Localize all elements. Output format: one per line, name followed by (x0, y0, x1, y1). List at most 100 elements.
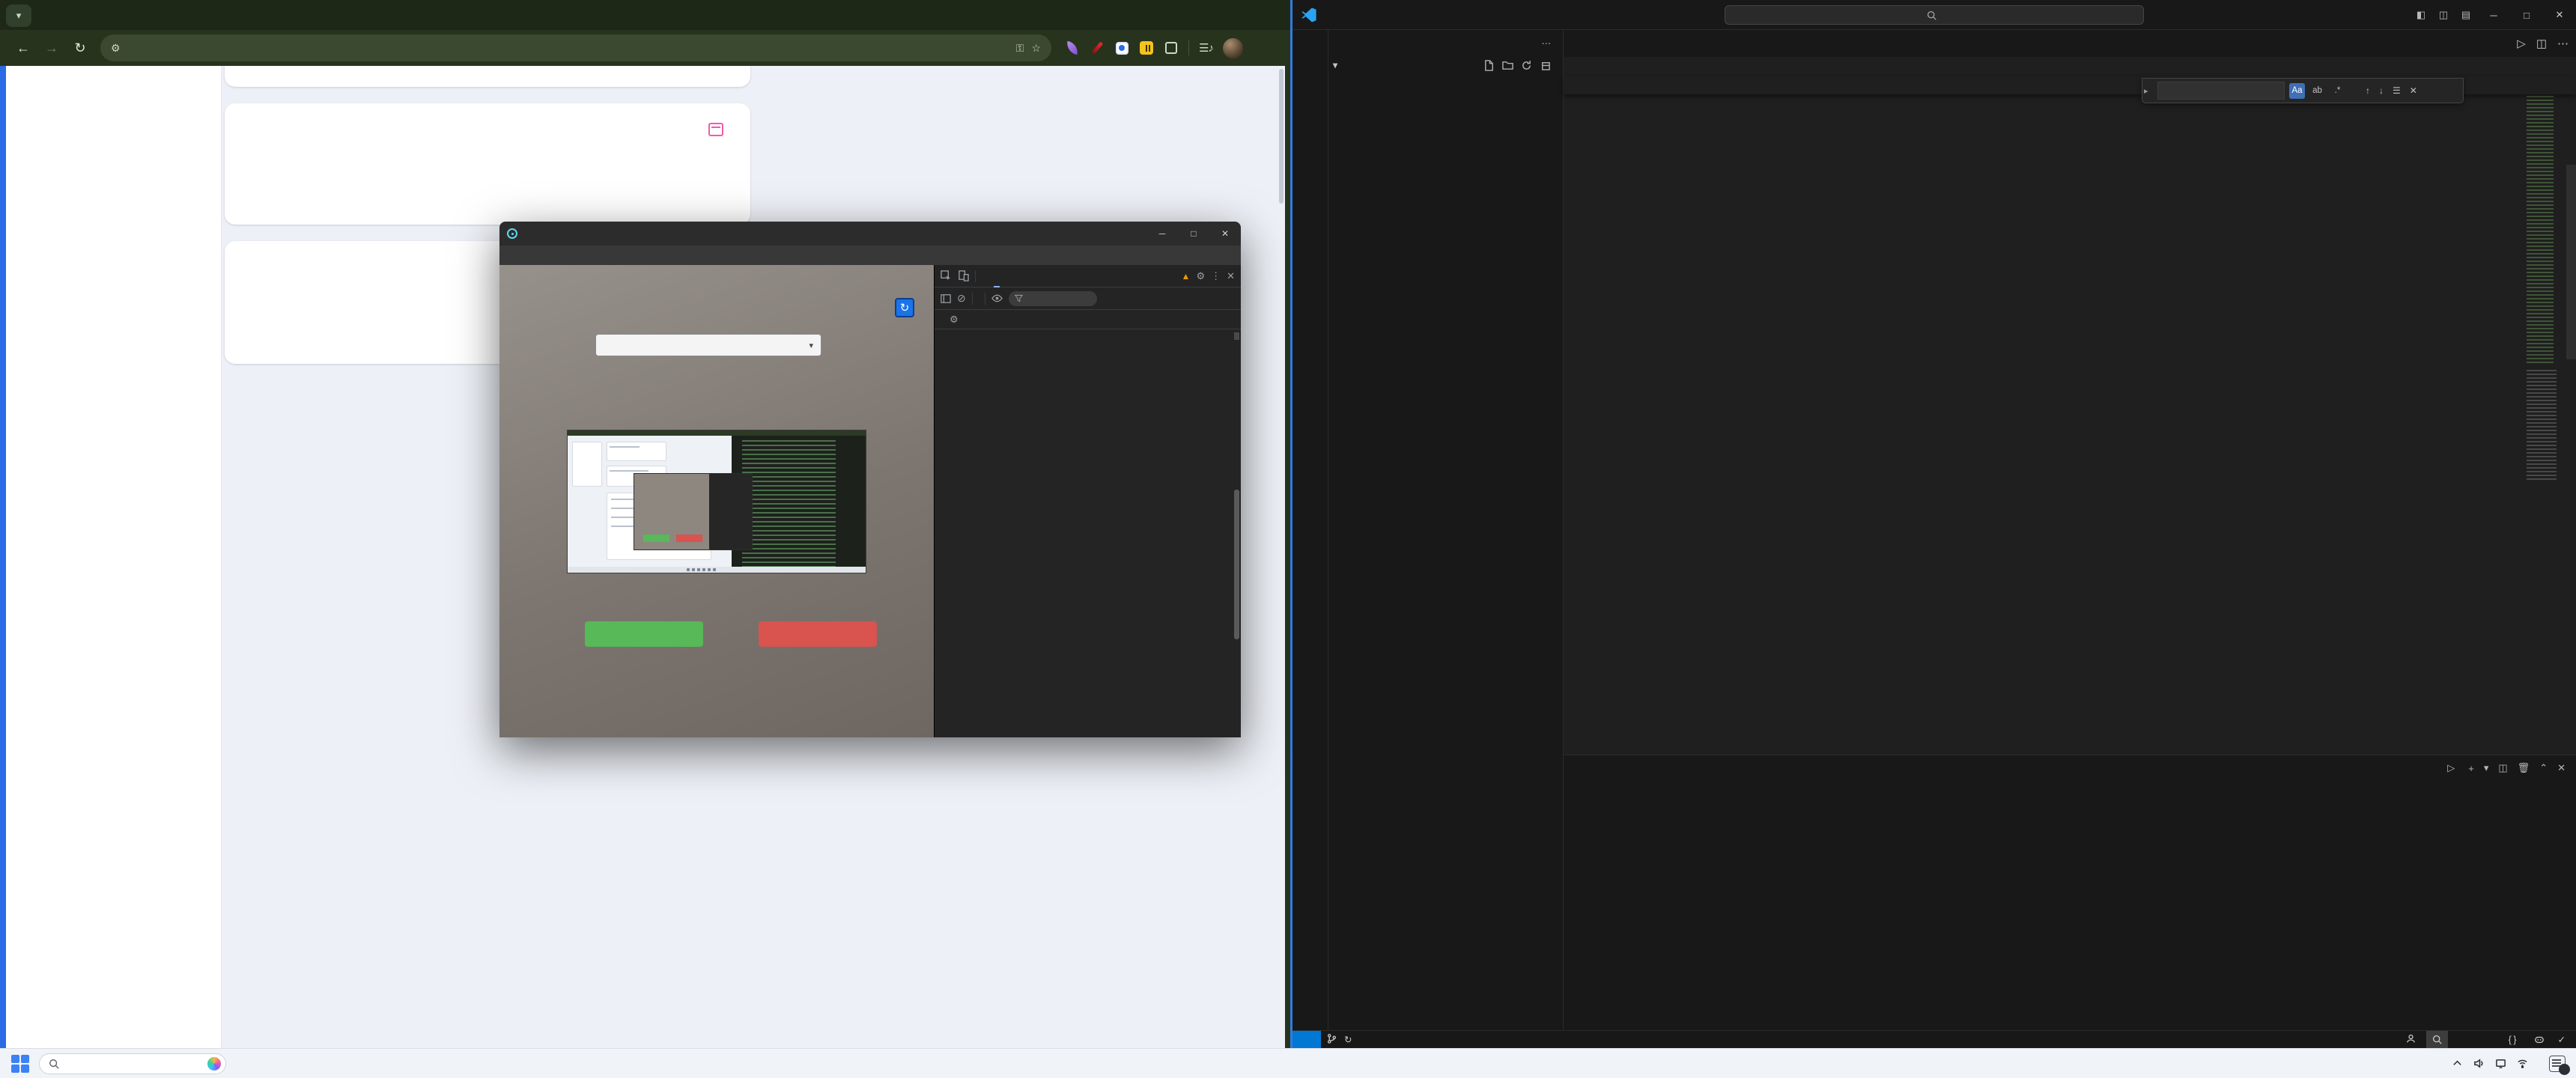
eye-icon[interactable] (991, 293, 1003, 304)
git-blame-item[interactable] (2399, 1034, 2426, 1046)
terminal-dropdown-icon[interactable]: ▾ (2484, 762, 2489, 774)
find-close-icon[interactable]: ✕ (2408, 85, 2419, 96)
project-section-header[interactable]: ▾ (1328, 55, 1563, 75)
warning-count-badge[interactable]: ▲ (1182, 271, 1191, 281)
close-button[interactable]: ✕ (1209, 222, 1241, 246)
vscode-command-center[interactable] (1725, 5, 2144, 25)
url-field[interactable]: ⚙ ⚿ ☆ (100, 34, 1051, 61)
page-scrollbar[interactable] (1279, 69, 1284, 204)
find-next-icon[interactable]: ↓ (2377, 85, 2386, 96)
terminal-output[interactable] (1605, 785, 2541, 1025)
new-folder-icon[interactable] (1502, 60, 1513, 71)
notification-center-icon[interactable] (2549, 1056, 2566, 1072)
new-terminal-icon[interactable]: + (2468, 763, 2474, 774)
reload-button[interactable]: ↻ (67, 35, 93, 61)
find-prev-icon[interactable]: ↑ (2363, 85, 2372, 96)
find-in-selection-icon[interactable]: ☰ (2390, 85, 2403, 96)
maximize-button[interactable]: □ (2510, 0, 2543, 30)
find-input[interactable] (2157, 82, 2285, 100)
vscode-title-bar: ◧ ◫ ▤ ─ □ ✕ (1292, 0, 2576, 30)
devtools-tab-console[interactable] (994, 265, 1000, 287)
wifi-icon[interactable] (2517, 1058, 2528, 1069)
extensions-puzzle-icon[interactable] (1164, 40, 1179, 55)
tray-chevron-icon[interactable] (2452, 1058, 2463, 1069)
windows-taskbar (0, 1048, 2576, 1078)
toggle-sidebar-icon[interactable]: ◧ (2410, 9, 2432, 21)
run-icon[interactable]: ▷ (2517, 37, 2526, 50)
minimap[interactable] (2522, 76, 2566, 496)
refresh-button[interactable]: ↻ (895, 298, 920, 317)
customize-layout-icon[interactable]: ▤ (2455, 9, 2477, 21)
remote-indicator[interactable] (1292, 1031, 1321, 1049)
volume-icon[interactable] (2473, 1058, 2485, 1069)
find-expand-chevron[interactable]: ▸ (2144, 86, 2153, 96)
explorer-sidebar: ⋯ ▾ (1328, 30, 1564, 1030)
collapse-all-icon[interactable] (1540, 60, 1551, 71)
editor-scrollbar[interactable] (2566, 165, 2576, 359)
password-key-icon[interactable]: ⚿ (1016, 42, 1024, 55)
start-button[interactable] (10, 1054, 30, 1074)
stop-button[interactable] (759, 621, 877, 647)
code-editor[interactable] (1564, 94, 2576, 755)
site-settings-icon[interactable]: ⚙ (111, 42, 121, 55)
device-toolbar-icon[interactable] (958, 270, 969, 281)
bottom-panel: ▷ + ▾ ◫ 🗑 ⌃ ✕ (1564, 755, 2576, 1030)
marker-extension-icon[interactable] (1090, 40, 1105, 55)
taskbar-search-box[interactable] (39, 1053, 226, 1074)
close-panel-icon[interactable]: ✕ (2557, 762, 2566, 774)
console-sidebar-icon[interactable] (941, 293, 951, 304)
copilot-icon[interactable] (207, 1057, 221, 1071)
activity-bar (1292, 30, 1328, 1030)
zoom-status-icon[interactable] (2426, 1031, 2448, 1049)
devtools-tab-elements[interactable] (982, 265, 988, 287)
minimize-button[interactable]: ─ (2477, 0, 2510, 30)
console-scrollbar-top[interactable] (1234, 332, 1239, 340)
clear-console-icon[interactable]: ⊘ (957, 292, 966, 305)
issues-settings-icon[interactable]: ⚙ (950, 314, 959, 326)
console-filter-input[interactable] (1009, 291, 1097, 306)
terminal-profile[interactable]: ▷ (2447, 762, 2458, 774)
formatter-item[interactable]: ✓ (2551, 1034, 2576, 1045)
browser-profile-avatar[interactable] (1223, 38, 1243, 58)
devtools-panel: ▲ ⚙ ⋮ ✕ ⊘ (934, 265, 1241, 737)
whole-word-toggle[interactable]: ab (2309, 83, 2325, 99)
split-editor-icon[interactable]: ◫ (2536, 37, 2547, 50)
cast-icon[interactable] (2495, 1058, 2506, 1069)
feather-extension-icon[interactable] (1065, 40, 1080, 55)
bookmark-star-icon[interactable]: ☆ (1031, 42, 1041, 55)
new-file-icon[interactable] (1483, 60, 1495, 71)
copilot-icon[interactable] (2527, 1035, 2551, 1045)
regex-toggle[interactable]: .* (2330, 83, 2345, 99)
minimize-button[interactable]: ─ (1146, 222, 1178, 246)
chevron-down-icon: ▾ (1333, 60, 1337, 70)
devtools-settings-icon[interactable]: ⚙ (1196, 270, 1205, 282)
screen-record-extension-icon[interactable] (1114, 40, 1129, 55)
close-button[interactable]: ✕ (2543, 0, 2576, 30)
git-branch-item[interactable]: ↻ (1321, 1034, 1358, 1046)
console-log-list[interactable] (935, 329, 1241, 737)
react-app-title-bar: ─ □ ✕ (499, 222, 1241, 246)
devtools-close-icon[interactable]: ✕ (1227, 270, 1235, 282)
maximize-button[interactable]: □ (1178, 222, 1209, 246)
capturing-button[interactable] (585, 621, 703, 647)
new-tab-button[interactable] (39, 4, 61, 26)
devtools-kebab-icon[interactable]: ⋮ (1211, 270, 1221, 282)
devtools-more-tabs[interactable] (1006, 265, 1012, 287)
task-dropdown[interactable]: ▾ (595, 334, 821, 356)
back-button[interactable]: ← (10, 35, 36, 61)
refresh-icon[interactable] (1521, 60, 1532, 71)
inspect-element-icon[interactable] (941, 270, 952, 281)
split-terminal-icon[interactable]: ◫ (2498, 762, 2507, 774)
tab-search-chevron-button[interactable]: ▾ (6, 4, 31, 27)
console-scrollbar-thumb[interactable] (1234, 490, 1239, 639)
playlist-icon[interactable]: ☰♪ (1199, 41, 1213, 55)
forward-button[interactable]: → (39, 35, 64, 61)
maximize-panel-icon[interactable]: ⌃ (2539, 762, 2548, 774)
bangla-extension-icon[interactable] (1139, 40, 1154, 55)
toggle-panel-icon[interactable]: ◫ (2432, 9, 2455, 21)
language-mode-item[interactable]: { } (2502, 1035, 2527, 1045)
explorer-more-icon[interactable]: ⋯ (1542, 37, 1552, 49)
kill-terminal-icon[interactable]: 🗑 (2518, 762, 2530, 774)
match-case-toggle[interactable]: Aa (2289, 83, 2305, 99)
editor-more-icon[interactable]: ⋯ (2557, 37, 2569, 50)
